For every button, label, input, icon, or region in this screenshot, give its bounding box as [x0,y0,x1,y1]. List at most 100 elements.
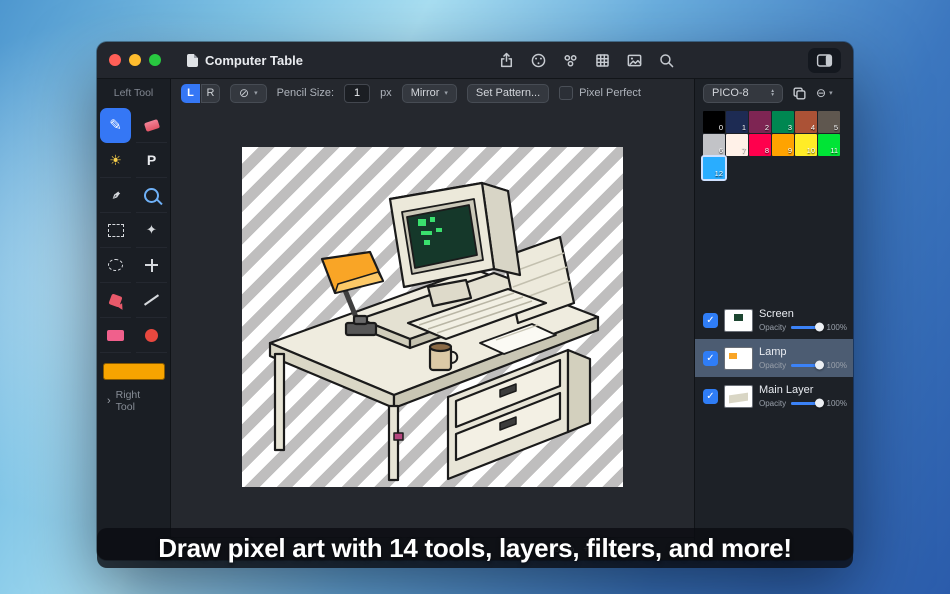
tool-line[interactable] [136,283,167,318]
move-icon [145,258,158,272]
wand-icon: ✦ [146,222,157,237]
chevron-down-icon: ▾ [254,90,258,97]
palette-swatch-1[interactable]: 1 [726,111,748,133]
tool-eraser[interactable] [136,108,167,143]
layer-thumbnail [724,384,753,408]
pixel-canvas[interactable] [242,147,623,487]
pencil-icon: ✎ [109,117,122,134]
chevron-down-icon: ▾ [829,90,833,97]
opacity-slider[interactable] [791,322,824,332]
opacity-slider[interactable] [791,398,824,408]
palette-swatch-11[interactable]: 11 [818,134,840,156]
fullscreen-button[interactable] [149,54,161,66]
swatch-number: 3 [787,123,792,132]
palette-swatch-5[interactable]: 5 [818,111,840,133]
mirror-label: Mirror [410,87,440,99]
tool-rectangle[interactable] [100,318,131,353]
pencil-size-label: Pencil Size: [276,87,335,99]
opacity-label: Opacity [759,398,787,408]
tool-pencil[interactable]: ✎ [100,108,131,143]
layer-visibility-checkbox[interactable]: ✓ [703,312,718,328]
sidebar-toggle-button[interactable] [808,47,841,73]
tool-fill[interactable] [100,283,131,318]
palette-swatch-0[interactable]: 0 [703,111,725,133]
layer-row-screen[interactable]: ✓ Screen Opacity 100% [695,301,853,339]
tool-ellipse[interactable] [136,318,167,353]
swatch-number: 4 [810,123,815,132]
share-button[interactable] [497,51,516,70]
palette-swatch-6[interactable]: 6 [703,134,725,156]
app-window: Computer Table Left Tool ✎ ☀ P ✒ ✦ › Rig… [97,42,853,560]
grid-button[interactable] [593,51,612,70]
symmetry-mode-dropdown[interactable]: ⊘ ▾ [230,83,267,103]
palette-button[interactable] [529,51,548,70]
swatch-number: 11 [830,146,838,155]
palette-swatch-12[interactable]: 12 [701,155,727,181]
palette-swatch-2[interactable]: 2 [749,111,771,133]
left-mouse-segment[interactable]: L [181,83,200,103]
set-pattern-button[interactable]: Set Pattern... [466,83,550,103]
opacity-slider-thumb[interactable] [814,322,824,332]
tool-text[interactable]: P [136,143,167,178]
palette-swatch-3[interactable]: 3 [772,111,794,133]
tool-wand[interactable]: ✦ [136,213,167,248]
document-title-group: Computer Table [187,53,303,68]
minimize-button[interactable] [129,54,141,66]
palette-select[interactable]: PICO-8 ▴ ▾ [703,83,783,103]
right-sidebar: PICO-8 ▴ ▾ ⊖ ▾ 0 12 3 4 5 6 7 8 9 10 11 12 ✓ … [694,79,853,560]
tool-zoom[interactable] [136,178,167,213]
chevron-right-icon: › [107,395,111,407]
current-color-well[interactable] [102,363,165,380]
palette-swatch-8[interactable]: 8 [749,134,771,156]
opacity-slider[interactable] [791,360,824,370]
swatch-number: 5 [833,123,838,132]
palette-swatch-9[interactable]: 9 [772,134,794,156]
share-icon [500,52,513,67]
tool-options-bar: L R ⊘ ▾ Pencil Size: px Mirror ▾ [171,79,694,107]
caption-text: Draw pixel art with 14 tools, layers, fi… [158,532,792,563]
swatch-number: 1 [741,123,746,132]
close-button[interactable] [109,54,121,66]
opacity-slider-thumb[interactable] [814,360,824,370]
pencil-size-input[interactable] [344,83,371,103]
layer-row-lamp[interactable]: ✓ Lamp Opacity 100% [695,339,853,377]
opacity-label: Opacity [759,322,787,332]
layer-visibility-checkbox[interactable]: ✓ [703,388,718,404]
right-tool-label: Right Tool [115,389,141,413]
mirror-dropdown[interactable]: Mirror ▾ [401,83,457,103]
pixel-perfect-group: Pixel Perfect [559,86,641,100]
tool-move[interactable] [136,248,167,283]
palette-swatch-10[interactable]: 10 [795,134,817,156]
no-symmetry-icon: ⊘ [239,86,250,100]
image-button[interactable] [625,51,644,70]
text-icon: P [146,152,157,168]
duplicate-palette-button[interactable] [790,84,809,103]
tool-lighten[interactable]: ☀ [100,143,131,178]
swatch-number: 0 [718,123,723,132]
desktop-background: Computer Table Left Tool ✎ ☀ P ✒ ✦ › Rig… [0,0,950,594]
layer-thumbnail [724,346,753,370]
titlebar: Computer Table [97,42,853,79]
symmetry-icon [564,54,577,67]
titlebar-toolbar [497,51,676,70]
opacity-slider-thumb[interactable] [814,398,824,408]
sidebar-toggle-icon [816,53,833,67]
canvas-panel: L R ⊘ ▾ Pencil Size: px Mirror ▾ [171,79,694,560]
layer-name: Main Layer [759,383,814,396]
remove-color-dropdown[interactable]: ⊖ ▾ [816,87,833,99]
fill-icon [108,292,123,308]
window-content: Left Tool ✎ ☀ P ✒ ✦ › Right Tool L R ⊘ ▾… [97,79,853,560]
layer-visibility-checkbox[interactable]: ✓ [703,350,718,366]
layer-name: Lamp [759,345,787,358]
right-tool-disclosure[interactable]: › Right Tool [97,380,170,422]
palette-swatch-4[interactable]: 4 [795,111,817,133]
right-mouse-segment[interactable]: R [201,83,220,103]
pixel-perfect-checkbox[interactable] [559,86,574,100]
tool-lasso[interactable] [100,248,131,283]
search-button[interactable] [657,51,676,70]
tool-eyedropper[interactable]: ✒ [100,178,131,213]
palette-swatch-7[interactable]: 7 [726,134,748,156]
layer-row-main-layer[interactable]: ✓ Main Layer Opacity 100% [695,377,853,415]
symmetry-button[interactable] [561,51,580,70]
tool-select[interactable] [100,213,131,248]
